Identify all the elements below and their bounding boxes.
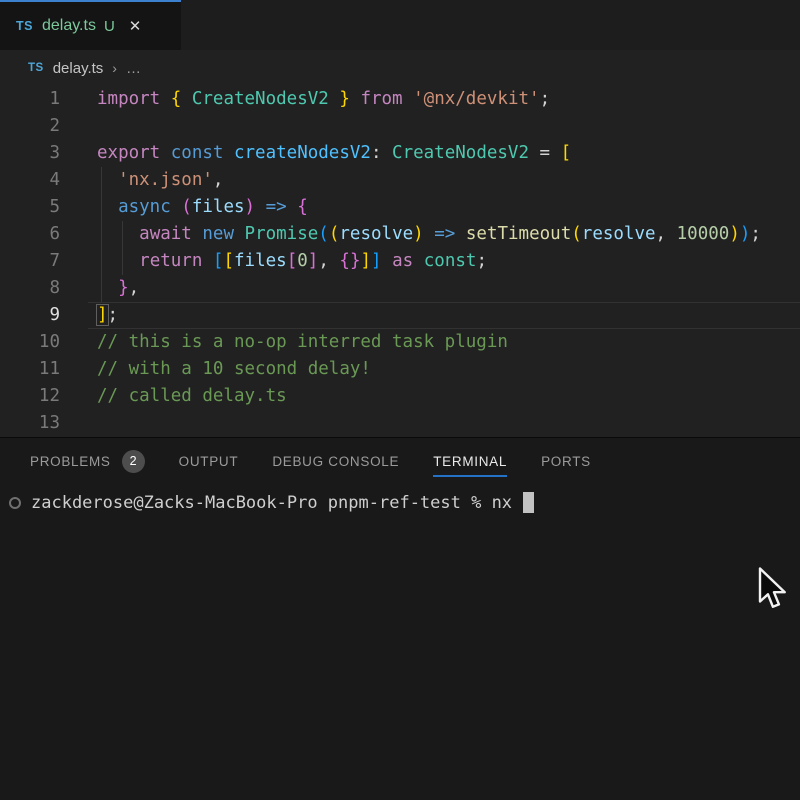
panel-tab-output[interactable]: OUTPUT (179, 454, 239, 469)
panel-tab-label: PROBLEMS (30, 454, 111, 469)
code-line-13[interactable]: 13 (0, 410, 800, 437)
code-text: async (files) => { (97, 194, 308, 221)
line-number: 12 (0, 383, 60, 410)
line-number: 8 (0, 275, 60, 302)
panel-tab-label: OUTPUT (179, 454, 239, 469)
breadcrumb-symbol-ellipsis[interactable]: … (126, 60, 142, 77)
panel-tab-label: TERMINAL (433, 454, 507, 477)
typescript-file-icon: TS (16, 19, 33, 33)
close-icon[interactable]: ✕ (129, 17, 142, 35)
bottom-panel: PROBLEMS 2 OUTPUT DEBUG CONSOLE TERMINAL PORT… (0, 437, 800, 800)
code-line-7[interactable]: 7 return [[files[0], {}]] as const; (0, 248, 800, 275)
line-number: 9 (0, 302, 60, 329)
indent-guide (101, 167, 102, 194)
code-text: import { CreateNodesV2 } from '@nx/devki… (97, 86, 550, 113)
line-number: 4 (0, 167, 60, 194)
panel-tab-label: PORTS (541, 454, 591, 469)
terminal-prompt: zackderose@Zacks-MacBook-Pro pnpm-ref-te… (31, 493, 522, 513)
code-line-12[interactable]: 12 // called delay.ts (0, 383, 800, 410)
code-text: ]; (97, 302, 118, 329)
indent-guide (101, 194, 102, 221)
panel-tab-problems[interactable]: PROBLEMS 2 (30, 450, 145, 473)
typescript-file-icon: TS (28, 62, 44, 74)
indent-guide (101, 221, 102, 248)
line-number: 3 (0, 140, 60, 167)
problems-count-badge: 2 (122, 450, 145, 473)
indent-guide (101, 248, 102, 275)
code-text: await new Promise((resolve) => setTimeou… (97, 221, 761, 248)
code-editor[interactable]: 1 import { CreateNodesV2 } from '@nx/devk… (0, 86, 800, 437)
line-number: 1 (0, 86, 60, 113)
chevron-right-icon: › (112, 60, 117, 76)
breadcrumb: TS delay.ts › … (0, 50, 800, 86)
panel-tab-bar: PROBLEMS 2 OUTPUT DEBUG CONSOLE TERMINAL PORT… (0, 438, 800, 484)
indent-guide (101, 275, 102, 302)
panel-tab-ports[interactable]: PORTS (541, 454, 591, 469)
panel-tab-terminal[interactable]: TERMINAL (433, 454, 507, 469)
code-line-5[interactable]: 5 async (files) => { (0, 194, 800, 221)
code-line-1[interactable]: 1 import { CreateNodesV2 } from '@nx/devk… (0, 86, 800, 113)
code-text: }, (97, 275, 139, 302)
editor-tab-bar: TS delay.ts U ✕ (0, 0, 800, 50)
line-number: 13 (0, 410, 60, 437)
line-number: 11 (0, 356, 60, 383)
panel-tab-debug-console[interactable]: DEBUG CONSOLE (272, 454, 399, 469)
terminal-line[interactable]: zackderose@Zacks-MacBook-Pro pnpm-ref-te… (9, 492, 800, 513)
terminal-block-cursor (523, 492, 534, 513)
code-line-3[interactable]: 3 export const createNodesV2: CreateNodes… (0, 140, 800, 167)
line-number: 7 (0, 248, 60, 275)
code-line-6[interactable]: 6 await new Promise((resolve) => setTime… (0, 221, 800, 248)
line-number: 5 (0, 194, 60, 221)
line-number: 10 (0, 329, 60, 356)
code-text: // called delay.ts (97, 383, 287, 410)
code-line-11[interactable]: 11 // with a 10 second delay! (0, 356, 800, 383)
tab-delay-ts[interactable]: TS delay.ts U ✕ (0, 0, 181, 50)
line-number: 6 (0, 221, 60, 248)
code-line-2[interactable]: 2 (0, 113, 800, 140)
code-text: // this is a no-op interred task plugin (97, 329, 508, 356)
line-number: 2 (0, 113, 60, 140)
indent-guide (122, 248, 123, 275)
tab-title: delay.ts (42, 17, 96, 35)
code-line-8[interactable]: 8 }, (0, 275, 800, 302)
code-lines: 1 import { CreateNodesV2 } from '@nx/devk… (0, 86, 800, 437)
terminal-command-decoration-icon (9, 497, 21, 509)
breadcrumb-file[interactable]: delay.ts (53, 60, 104, 77)
code-line-4[interactable]: 4 'nx.json', (0, 167, 800, 194)
code-line-10[interactable]: 10 // this is a no-op interred task plugi… (0, 329, 800, 356)
code-text: // with a 10 second delay! (97, 356, 371, 383)
git-status-badge: U (104, 18, 115, 35)
indent-guide (122, 221, 123, 248)
code-line-9[interactable]: 9]; (0, 302, 800, 329)
code-text: export const createNodesV2: CreateNodesV… (97, 140, 571, 167)
code-text: return [[files[0], {}]] as const; (97, 248, 487, 275)
code-text: 'nx.json', (97, 167, 223, 194)
panel-tab-label: DEBUG CONSOLE (272, 454, 399, 469)
